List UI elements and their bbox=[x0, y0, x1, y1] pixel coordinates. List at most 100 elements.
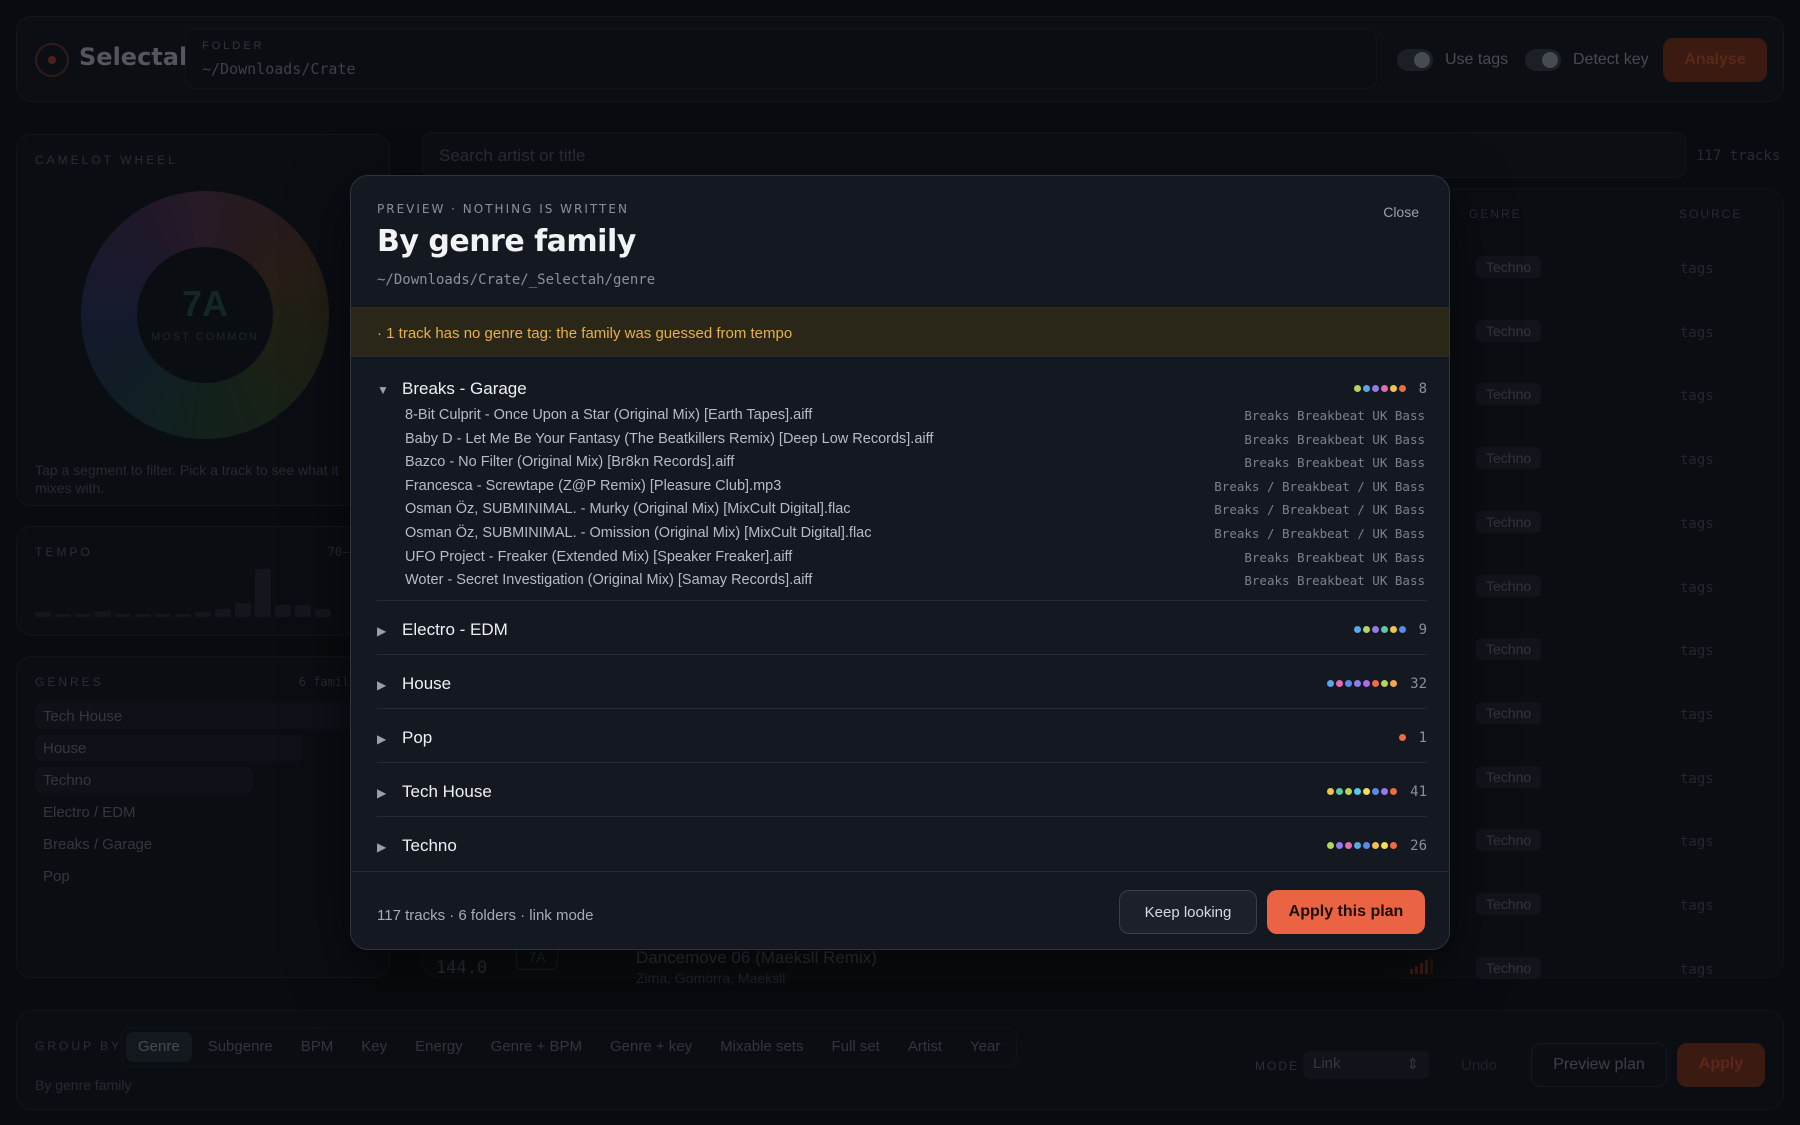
modal-eyebrow: PREVIEW · NOTHING IS WRITTEN bbox=[377, 202, 629, 216]
file-name: 8-Bit Culprit - Once Upon a Star (Origin… bbox=[405, 407, 813, 423]
file-name: Bazco - No Filter (Original Mix) [Br8kn … bbox=[405, 454, 735, 471]
file-genre-tag: Breaks Breakbeat UK Bass bbox=[1244, 573, 1425, 589]
group-name: Breaks - Garage bbox=[402, 379, 527, 398]
group-name: Tech House bbox=[402, 781, 492, 801]
caret-right-icon[interactable]: ▶ bbox=[377, 732, 386, 746]
divider bbox=[377, 599, 1427, 601]
key-dot bbox=[1390, 787, 1397, 795]
plan-summary: 117 tracks · 6 folders · link mode bbox=[377, 907, 594, 924]
key-dot bbox=[1372, 841, 1379, 849]
file-name: Woter - Secret Investigation (Original M… bbox=[405, 572, 813, 589]
close-button[interactable]: Close bbox=[1383, 204, 1419, 220]
key-dot bbox=[1390, 385, 1397, 392]
modal-path: ~/Downloads/Crate/_Selectah/genre bbox=[377, 272, 656, 288]
file-name: Francesca - Screwtape (Z@P Remix) [Pleas… bbox=[405, 477, 782, 494]
key-dots bbox=[1327, 679, 1397, 688]
caret-down-icon[interactable]: ▼ bbox=[377, 383, 389, 397]
group-count: 41 bbox=[1410, 783, 1427, 800]
file-genre-tag: Breaks Breakbeat UK Bass bbox=[1244, 455, 1425, 471]
group-name: House bbox=[402, 673, 452, 693]
divider bbox=[377, 707, 1427, 709]
key-dot bbox=[1381, 787, 1388, 795]
group-count: 8 bbox=[1418, 381, 1427, 397]
group-count: 26 bbox=[1410, 837, 1427, 854]
divider bbox=[377, 761, 1427, 763]
group-list: ▼ Breaks - Garage 8 8-Bit Culprit - Once Up… bbox=[351, 357, 1449, 869]
key-dot bbox=[1399, 385, 1406, 392]
key-dot bbox=[1381, 385, 1388, 392]
key-dot bbox=[1390, 841, 1397, 849]
key-dot bbox=[1354, 787, 1361, 795]
key-dot bbox=[1390, 625, 1397, 633]
key-dot bbox=[1363, 841, 1370, 849]
key-dot bbox=[1399, 625, 1406, 633]
group-name: Techno bbox=[402, 835, 457, 855]
group-row[interactable]: ▶ Electro - EDM 9 bbox=[377, 620, 1427, 648]
key-dots bbox=[1354, 625, 1406, 634]
group-row[interactable]: ▶ Pop 1 bbox=[377, 728, 1427, 756]
key-dot bbox=[1345, 679, 1352, 687]
caret-right-icon[interactable]: ▶ bbox=[377, 840, 386, 854]
file-name: Baby D - Let Me Be Your Fantasy (The Bea… bbox=[405, 430, 934, 447]
modal-title: By genre family bbox=[377, 224, 636, 259]
key-dot bbox=[1372, 679, 1379, 687]
key-dot bbox=[1363, 787, 1370, 795]
key-dot bbox=[1363, 625, 1370, 633]
caret-right-icon[interactable]: ▶ bbox=[377, 786, 386, 800]
file-name: Osman Öz, SUBMINIMAL. - Murky (Original … bbox=[405, 501, 851, 518]
file-genre-tag: Breaks Breakbeat UK Bass bbox=[1244, 408, 1425, 423]
key-dot bbox=[1372, 625, 1379, 633]
key-dot bbox=[1390, 679, 1397, 687]
modal-footer: 117 tracks · 6 folders · link mode Keep … bbox=[351, 871, 1449, 949]
key-dot bbox=[1354, 841, 1361, 849]
group-row[interactable]: ▶ Techno 26 bbox=[377, 836, 1427, 864]
divider bbox=[377, 653, 1427, 655]
key-dot bbox=[1327, 787, 1334, 795]
key-dot bbox=[1372, 385, 1379, 392]
key-dot bbox=[1354, 679, 1361, 687]
apply-plan-button[interactable]: Apply this plan bbox=[1267, 890, 1425, 934]
key-dot bbox=[1363, 679, 1370, 687]
caret-right-icon[interactable]: ▶ bbox=[377, 624, 386, 638]
file-genre-tag: Breaks / Breakbeat / UK Bass bbox=[1214, 526, 1425, 541]
key-dot bbox=[1381, 625, 1388, 633]
key-dots bbox=[1327, 841, 1397, 850]
keep-looking-button[interactable]: Keep looking bbox=[1119, 890, 1257, 934]
group-name: Pop bbox=[402, 727, 433, 747]
group-row[interactable]: ▶ House 32 bbox=[377, 674, 1427, 702]
key-dot bbox=[1336, 787, 1343, 795]
key-dot bbox=[1381, 679, 1388, 687]
key-dot bbox=[1354, 625, 1361, 633]
key-dots bbox=[1327, 787, 1397, 796]
group-count: 32 bbox=[1410, 675, 1427, 692]
key-dot bbox=[1345, 787, 1352, 795]
warning-text: · 1 track has no genre tag: the family w… bbox=[377, 325, 793, 342]
file-genre-tag: Breaks / Breakbeat / UK Bass bbox=[1214, 478, 1425, 494]
group-row[interactable]: ▶ Tech House 41 bbox=[377, 782, 1427, 810]
warning-banner: · 1 track has no genre tag: the family w… bbox=[351, 307, 1449, 357]
key-dot bbox=[1363, 385, 1370, 392]
key-dot bbox=[1327, 841, 1334, 849]
key-dot bbox=[1372, 787, 1379, 795]
key-dots bbox=[1354, 385, 1406, 393]
preview-modal: PREVIEW · NOTHING IS WRITTEN By genre fa… bbox=[350, 175, 1450, 950]
group-name: Electro - EDM bbox=[402, 619, 508, 639]
key-dot bbox=[1345, 841, 1352, 849]
file-name: Osman Öz, SUBMINIMAL. - Omission (Origin… bbox=[405, 525, 872, 541]
key-dot bbox=[1327, 679, 1334, 687]
key-dots bbox=[1399, 733, 1406, 742]
key-dot bbox=[1381, 841, 1388, 849]
key-dot bbox=[1336, 679, 1343, 687]
group-row[interactable]: ▼ Breaks - Garage 8 bbox=[377, 379, 1427, 407]
file-genre-tag: Breaks Breakbeat UK Bass bbox=[1244, 431, 1425, 447]
key-dot bbox=[1399, 733, 1406, 741]
key-dot bbox=[1354, 385, 1361, 392]
group-count: 9 bbox=[1418, 621, 1427, 638]
file-genre-tag: Breaks / Breakbeat / UK Bass bbox=[1214, 502, 1425, 518]
key-dot bbox=[1336, 841, 1343, 849]
divider bbox=[377, 815, 1427, 817]
group-count: 1 bbox=[1418, 729, 1427, 746]
caret-right-icon[interactable]: ▶ bbox=[377, 678, 386, 692]
file-name: UFO Project - Freaker (Extended Mix) [Sp… bbox=[405, 548, 793, 565]
file-genre-tag: Breaks Breakbeat UK Bass bbox=[1244, 549, 1425, 565]
